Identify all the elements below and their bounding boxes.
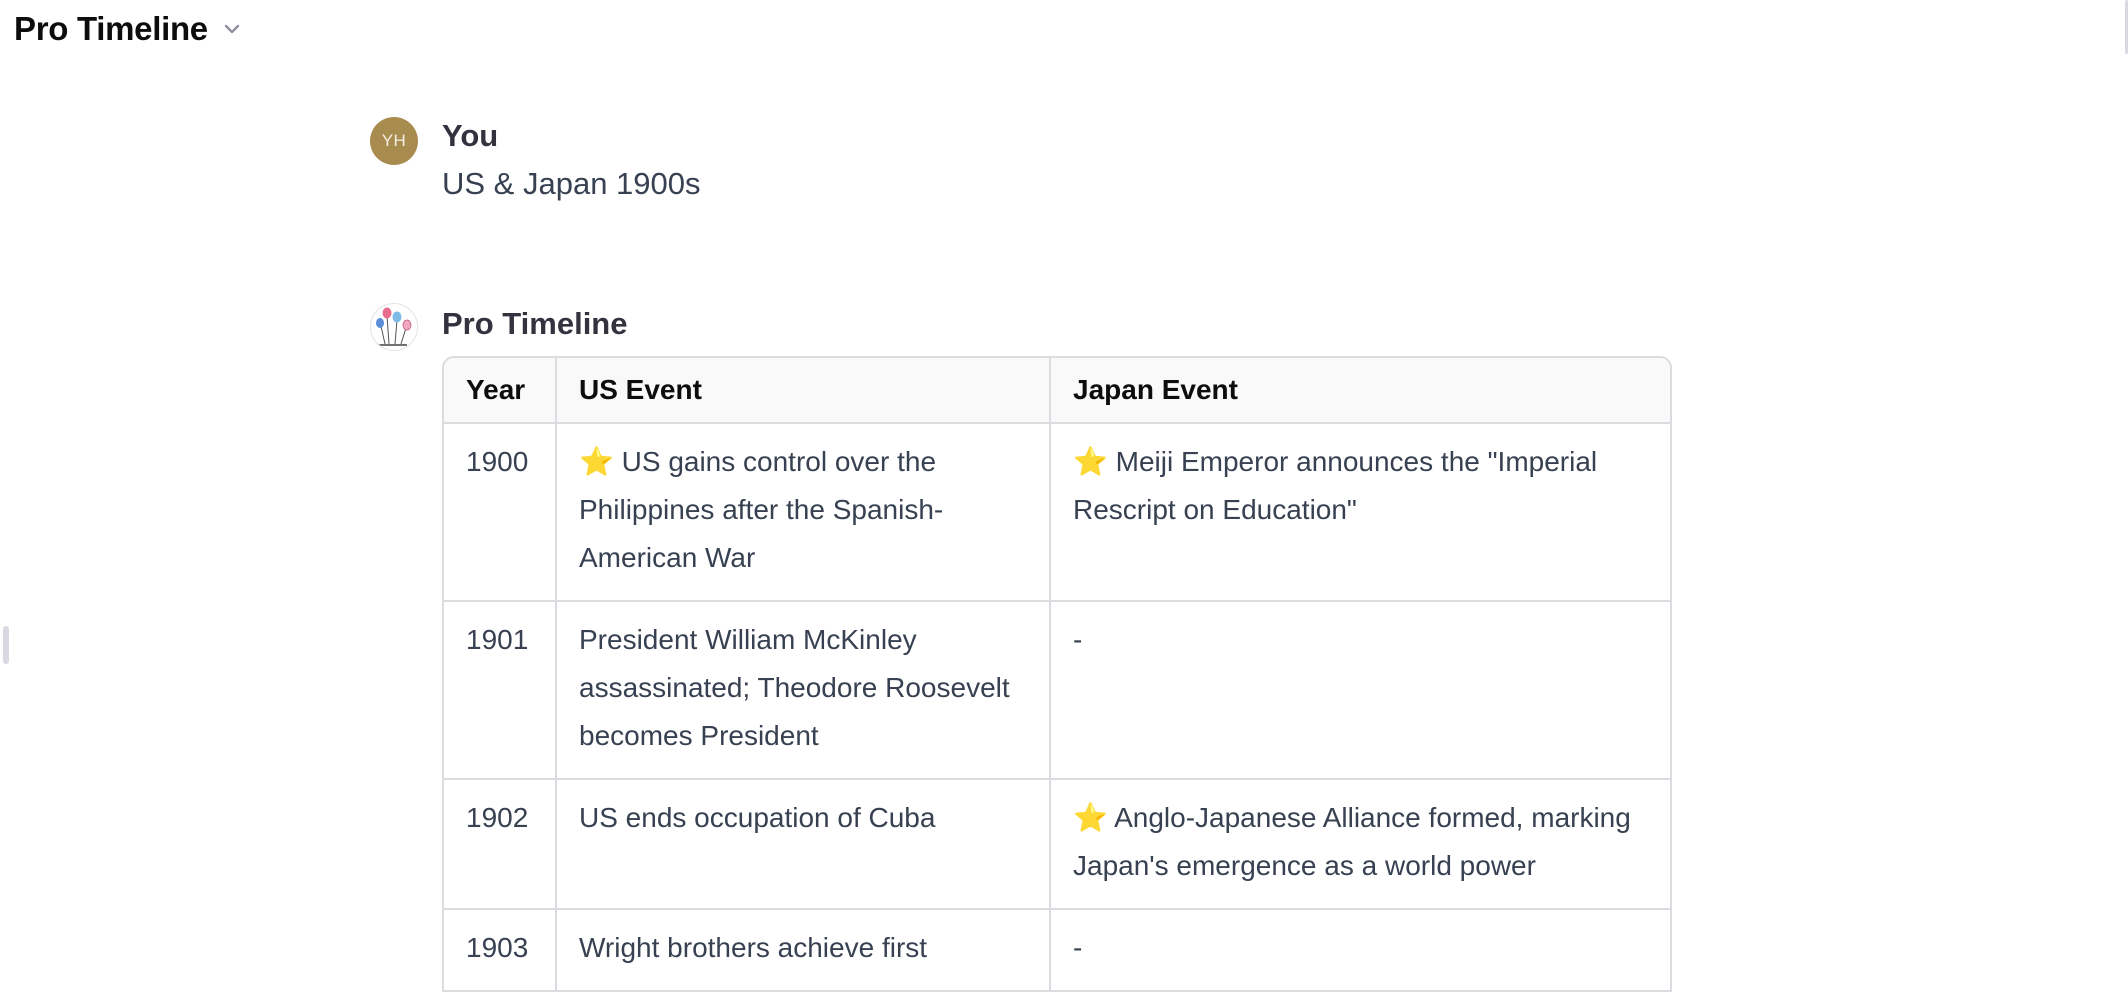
sidebar-resize-handle[interactable] [3, 626, 9, 664]
timeline-table: Year US Event Japan Event 1900 ⭐ US gain… [442, 356, 1672, 992]
user-avatar: YH [370, 117, 418, 165]
cell-us-event: President William McKinley assassinated;… [556, 601, 1051, 780]
avatar-initials: YH [381, 131, 407, 150]
table-row: 1901 President William McKinley assassin… [444, 601, 1670, 780]
table-row: 1903 Wright brothers achieve first - [444, 909, 1670, 992]
model-selector-button[interactable]: Pro Timeline [8, 6, 250, 52]
table-header-row: Year US Event Japan Event [444, 358, 1670, 424]
header-year: Year [444, 358, 557, 424]
model-title: Pro Timeline [14, 10, 208, 47]
chevron-down-icon [220, 17, 244, 41]
cell-year: 1900 [444, 423, 557, 602]
cell-japan-event: - [1050, 601, 1670, 780]
cell-year: 1902 [444, 779, 557, 910]
user-author-name: You [442, 118, 499, 153]
cell-year: 1903 [444, 909, 557, 992]
assistant-author-name: Pro Timeline [442, 306, 628, 341]
header-japan-event: Japan Event [1050, 358, 1670, 424]
cell-year: 1901 [444, 601, 557, 780]
cell-us-event: ⭐ US gains control over the Philippines … [556, 423, 1051, 602]
user-message-text: US & Japan 1900s [442, 166, 701, 201]
cell-japan-event: ⭐ Anglo-Japanese Alliance formed, markin… [1050, 779, 1670, 910]
cell-us-event: US ends occupation of Cuba [556, 779, 1051, 910]
top-bar: Pro Timeline [0, 0, 2128, 62]
header-us-event: US Event [556, 358, 1051, 424]
cell-us-event: Wright brothers achieve first [556, 909, 1051, 992]
table-row: 1902 US ends occupation of Cuba ⭐ Anglo-… [444, 779, 1670, 910]
cell-japan-event: - [1050, 909, 1670, 992]
balloons-icon [370, 303, 418, 351]
cell-japan-event: ⭐ Meiji Emperor announces the "Imperial … [1050, 423, 1670, 602]
table-row: 1900 ⭐ US gains control over the Philipp… [444, 423, 1670, 602]
